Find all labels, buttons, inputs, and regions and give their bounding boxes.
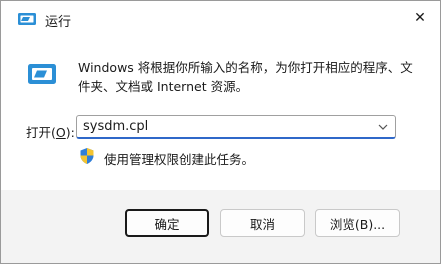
dialog-content: Windows 将根据你所输入的名称，为你打开相应的程序、文件夹、文档或 Int…: [1, 35, 440, 190]
open-label: 打开(O):: [26, 122, 75, 141]
run-app-icon: [18, 13, 36, 25]
command-combobox[interactable]: sysdm.cpl: [76, 115, 396, 139]
run-dialog: 运行 ✕ Windows 将根据你所输入的名称，为你打开相应的程序、文件夹、文档…: [0, 0, 441, 264]
run-icon: [28, 64, 56, 84]
uac-shield-icon: [80, 148, 94, 164]
close-button[interactable]: ✕: [404, 3, 436, 33]
title-bar[interactable]: 运行 ✕: [1, 1, 440, 35]
ok-button[interactable]: 确定: [125, 209, 209, 237]
dialog-description: Windows 将根据你所输入的名称，为你打开相应的程序、文件夹、文档或 Int…: [78, 60, 413, 94]
uac-message: 使用管理权限创建此任务。: [104, 152, 255, 167]
window-title: 运行: [45, 15, 72, 30]
browse-button[interactable]: 浏览(B)...: [315, 209, 400, 237]
open-label-end: ):: [65, 125, 75, 140]
open-label-text: 打开(: [26, 125, 56, 140]
command-input[interactable]: sysdm.cpl: [83, 119, 148, 134]
cancel-button[interactable]: 取消: [220, 209, 305, 237]
close-icon: ✕: [414, 10, 426, 26]
chevron-down-icon[interactable]: [377, 122, 389, 132]
open-label-accelerator: O: [55, 125, 66, 140]
